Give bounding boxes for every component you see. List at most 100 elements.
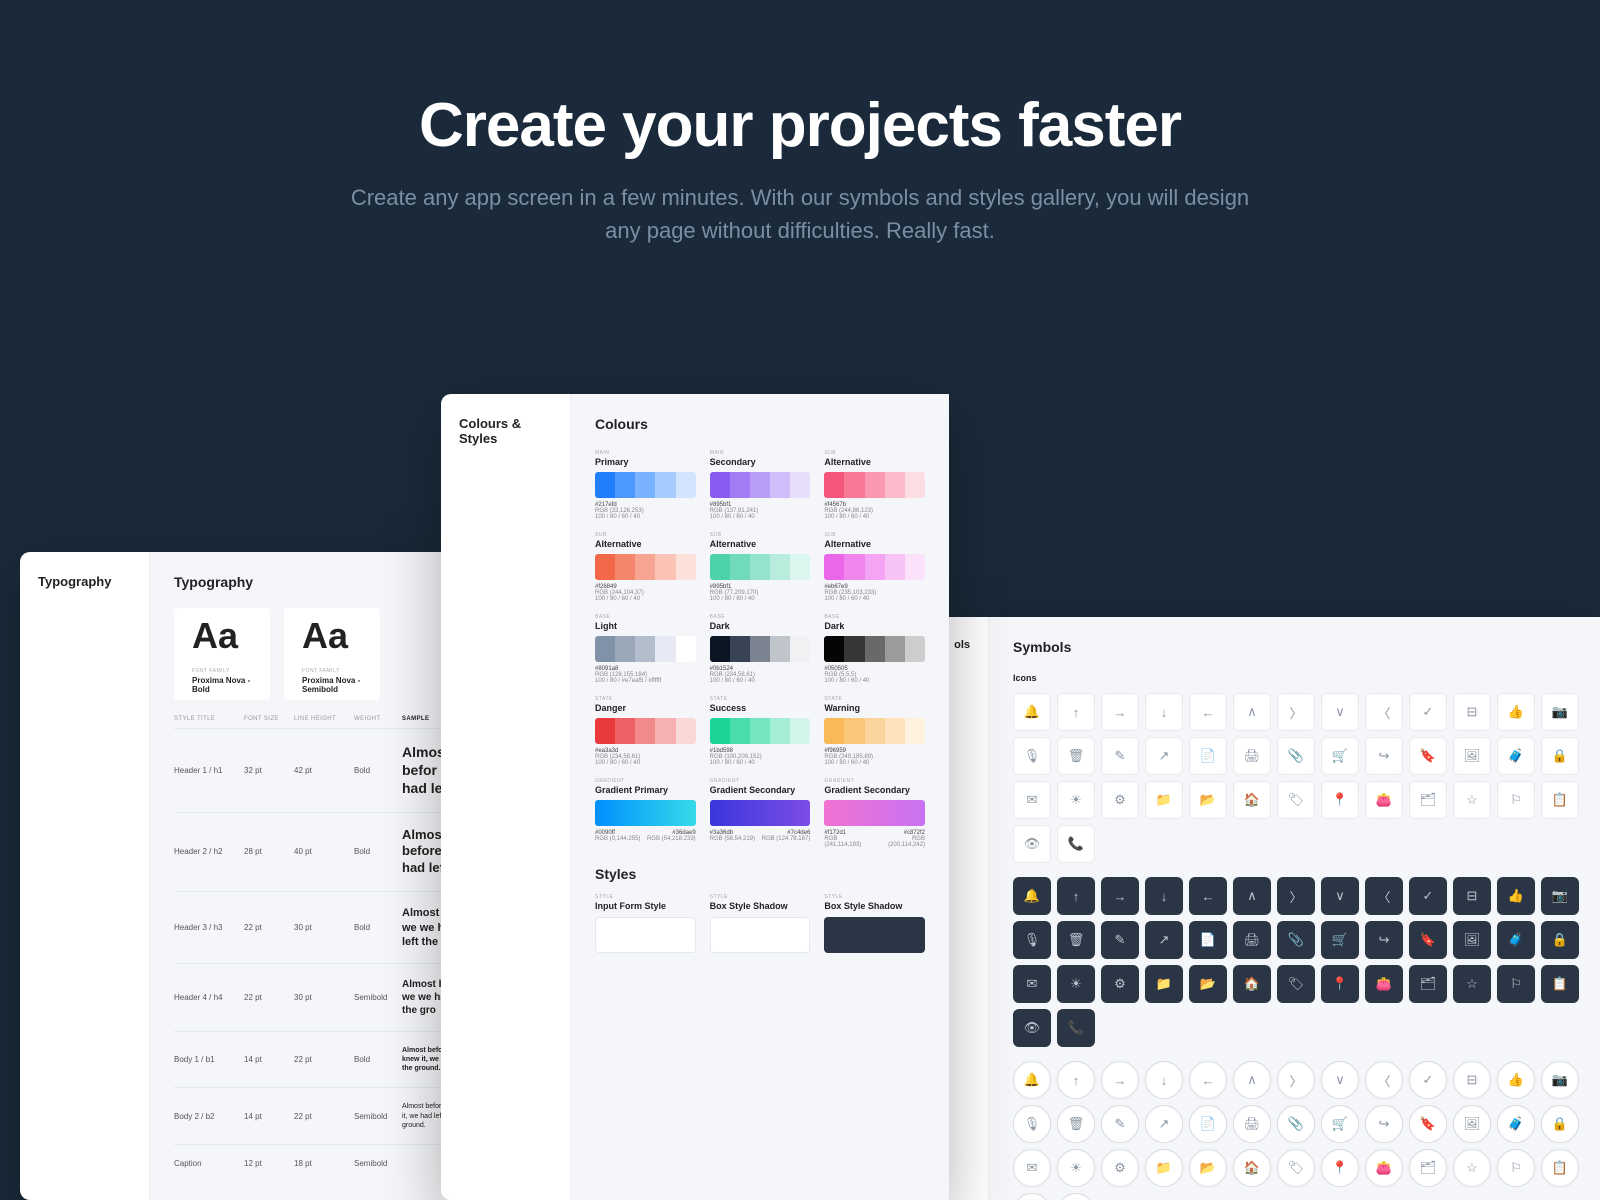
symbol-icon[interactable]: ← [1189, 1061, 1227, 1099]
symbol-icon[interactable]: ⊟ [1453, 693, 1491, 731]
symbol-icon[interactable]: 🖨 [1233, 1105, 1271, 1143]
symbol-icon[interactable]: 〉 [1277, 877, 1315, 915]
symbol-icon[interactable]: ⚙ [1101, 1149, 1139, 1187]
symbol-icon[interactable]: 📋 [1541, 1149, 1579, 1187]
symbol-icon[interactable]: 🧳 [1497, 921, 1535, 959]
symbol-icon[interactable]: 🔖 [1409, 1105, 1447, 1143]
symbol-icon[interactable]: 🔔 [1013, 693, 1051, 731]
symbol-icon[interactable]: 〈 [1365, 693, 1403, 731]
symbol-icon[interactable]: 📍 [1321, 965, 1359, 1003]
symbol-icon[interactable]: 📞 [1057, 1193, 1095, 1200]
symbol-icon[interactable]: 🧳 [1497, 737, 1535, 775]
symbol-icon[interactable]: 📞 [1057, 1009, 1095, 1047]
symbol-icon[interactable]: 🔔 [1013, 877, 1051, 915]
symbol-icon[interactable]: 🛒 [1321, 1105, 1359, 1143]
symbol-icon[interactable]: 🛒 [1321, 921, 1359, 959]
symbol-icon[interactable]: ✎ [1101, 921, 1139, 959]
symbol-icon[interactable]: ⚐ [1497, 965, 1535, 1003]
symbol-icon[interactable]: ∧ [1233, 877, 1271, 915]
symbol-icon[interactable]: 🏠 [1233, 965, 1271, 1003]
symbol-icon[interactable]: ✉ [1013, 965, 1051, 1003]
symbol-icon[interactable]: → [1101, 1061, 1139, 1099]
symbol-icon[interactable]: 👁 [1013, 1009, 1051, 1047]
symbol-icon[interactable]: 〉 [1277, 693, 1315, 731]
symbol-icon[interactable]: ☀ [1057, 1149, 1095, 1187]
symbol-icon[interactable]: 〈 [1365, 877, 1403, 915]
symbol-icon[interactable]: 🔖 [1409, 737, 1447, 775]
symbol-icon[interactable]: 👍 [1497, 693, 1535, 731]
symbol-icon[interactable]: 🏷 [1277, 781, 1315, 819]
symbol-icon[interactable]: 🔒 [1541, 1105, 1579, 1143]
symbol-icon[interactable]: ✉ [1013, 781, 1051, 819]
symbol-icon[interactable]: 🏠 [1233, 1149, 1271, 1187]
symbol-icon[interactable]: 📂 [1189, 1149, 1227, 1187]
symbol-icon[interactable]: ← [1189, 877, 1227, 915]
symbol-icon[interactable]: 🔔 [1013, 1061, 1051, 1099]
symbol-icon[interactable]: ⚙ [1101, 781, 1139, 819]
symbol-icon[interactable]: 🏷 [1277, 1149, 1315, 1187]
symbol-icon[interactable]: ✎ [1101, 737, 1139, 775]
symbol-icon[interactable]: 📎 [1277, 1105, 1315, 1143]
symbol-icon[interactable]: 📎 [1277, 921, 1315, 959]
symbol-icon[interactable]: 🗑 [1057, 921, 1095, 959]
symbol-icon[interactable]: 🎙 [1013, 921, 1051, 959]
symbol-icon[interactable]: 📷 [1541, 1061, 1579, 1099]
symbol-icon[interactable]: ☀ [1057, 781, 1095, 819]
symbol-icon[interactable]: ✓ [1409, 693, 1447, 731]
symbol-icon[interactable]: 〈 [1365, 1061, 1403, 1099]
symbol-icon[interactable]: 📷 [1541, 877, 1579, 915]
symbol-icon[interactable]: 📁 [1145, 965, 1183, 1003]
symbol-icon[interactable]: 📄 [1189, 737, 1227, 775]
symbol-icon[interactable]: 📂 [1189, 965, 1227, 1003]
symbol-icon[interactable]: 📁 [1145, 1149, 1183, 1187]
symbol-icon[interactable]: ⊟ [1453, 877, 1491, 915]
symbol-icon[interactable]: ↓ [1145, 693, 1183, 731]
symbol-icon[interactable]: ☀ [1057, 965, 1095, 1003]
symbol-icon[interactable]: 🔖 [1409, 921, 1447, 959]
symbol-icon[interactable]: ↓ [1145, 877, 1183, 915]
symbol-icon[interactable]: 📄 [1189, 921, 1227, 959]
symbol-icon[interactable]: 📍 [1321, 781, 1359, 819]
symbol-icon[interactable]: ↑ [1057, 693, 1095, 731]
symbol-icon[interactable]: ↪ [1365, 737, 1403, 775]
symbol-icon[interactable]: 📍 [1321, 1149, 1359, 1187]
symbol-icon[interactable]: 🖨 [1233, 737, 1271, 775]
symbol-icon[interactable]: 📎 [1277, 737, 1315, 775]
symbol-icon[interactable]: ∧ [1233, 1061, 1271, 1099]
symbol-icon[interactable]: ↗ [1145, 921, 1183, 959]
symbol-icon[interactable]: 🎙 [1013, 737, 1051, 775]
symbol-icon[interactable]: ← [1189, 693, 1227, 731]
symbol-icon[interactable]: ⊟ [1453, 1061, 1491, 1099]
symbol-icon[interactable]: 👛 [1365, 1149, 1403, 1187]
symbol-icon[interactable]: ☆ [1453, 965, 1491, 1003]
symbol-icon[interactable]: ↗ [1145, 1105, 1183, 1143]
symbol-icon[interactable]: ∨ [1321, 1061, 1359, 1099]
symbol-icon[interactable]: 👁 [1013, 1193, 1051, 1200]
symbol-icon[interactable]: 🗑 [1057, 1105, 1095, 1143]
symbol-icon[interactable]: 🖼 [1453, 921, 1491, 959]
symbol-icon[interactable]: 👍 [1497, 877, 1535, 915]
symbol-icon[interactable]: → [1101, 877, 1139, 915]
symbol-icon[interactable]: 📋 [1541, 781, 1579, 819]
symbol-icon[interactable]: 🔒 [1541, 921, 1579, 959]
symbol-icon[interactable]: 🗑 [1057, 737, 1095, 775]
symbol-icon[interactable]: 📞 [1057, 825, 1095, 863]
symbol-icon[interactable]: 📄 [1189, 1105, 1227, 1143]
symbol-icon[interactable]: 🏠 [1233, 781, 1271, 819]
symbol-icon[interactable]: 👛 [1365, 781, 1403, 819]
symbol-icon[interactable]: 🏷 [1277, 965, 1315, 1003]
symbol-icon[interactable]: ↗ [1145, 737, 1183, 775]
symbol-icon[interactable]: ↓ [1145, 1061, 1183, 1099]
symbol-icon[interactable]: ↑ [1057, 877, 1095, 915]
symbol-icon[interactable]: 🖼 [1453, 1105, 1491, 1143]
symbol-icon[interactable]: ⚐ [1497, 1149, 1535, 1187]
symbol-icon[interactable]: ⚙ [1101, 965, 1139, 1003]
symbol-icon[interactable]: 🎙 [1013, 1105, 1051, 1143]
symbol-icon[interactable]: 👁 [1013, 825, 1051, 863]
symbol-icon[interactable]: ☆ [1453, 1149, 1491, 1187]
symbol-icon[interactable]: 🗂 [1409, 965, 1447, 1003]
symbol-icon[interactable]: ↑ [1057, 1061, 1095, 1099]
symbol-icon[interactable]: 🧳 [1497, 1105, 1535, 1143]
symbol-icon[interactable]: 🗂 [1409, 781, 1447, 819]
symbol-icon[interactable]: ☆ [1453, 781, 1491, 819]
